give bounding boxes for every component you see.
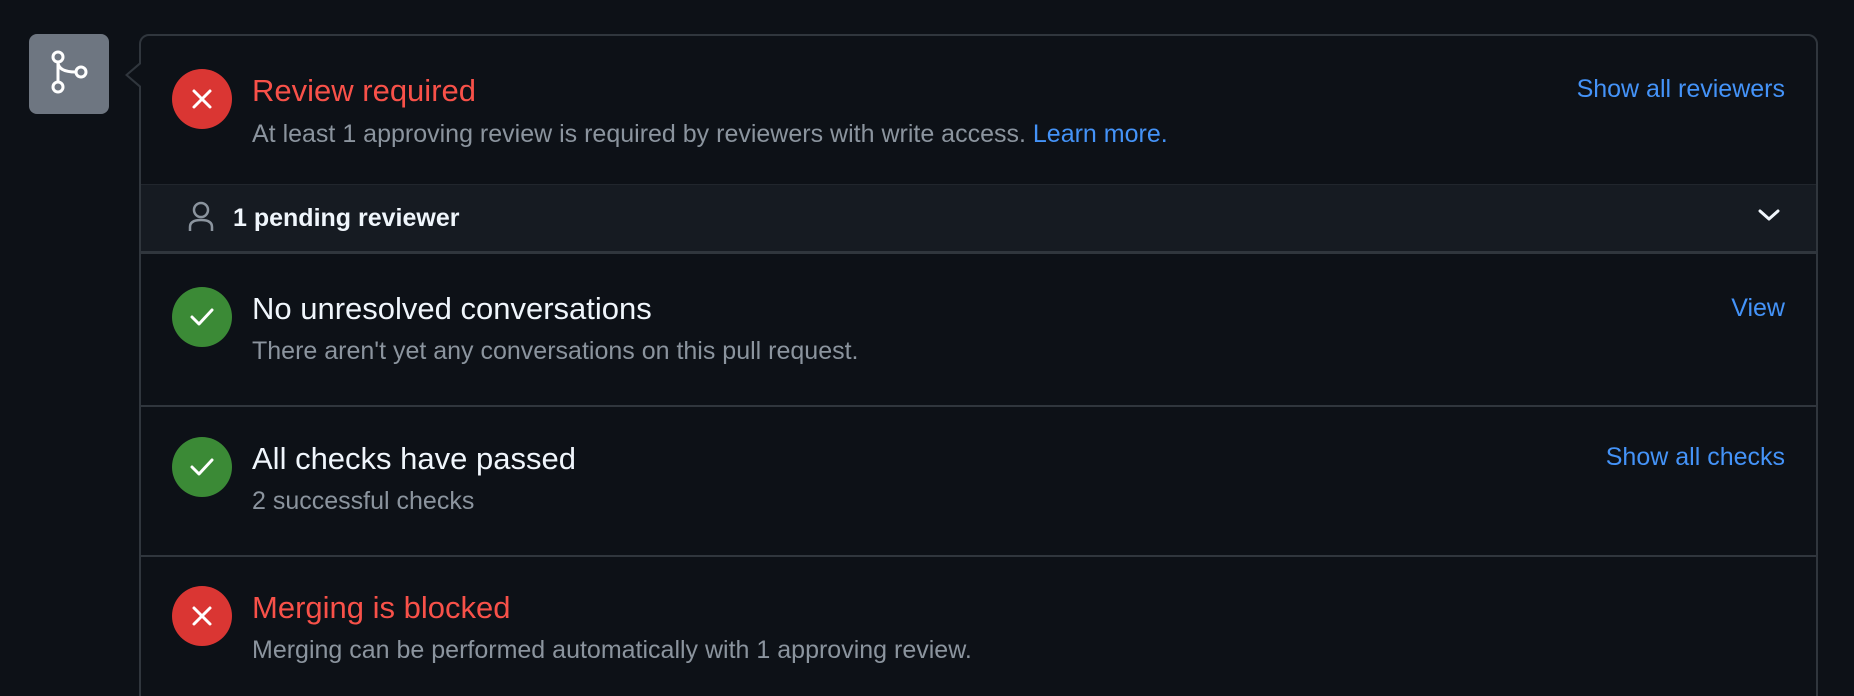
view-conversations-link[interactable]: View <box>1731 292 1785 324</box>
chevron-down-icon[interactable] <box>1757 207 1781 228</box>
show-all-checks-link[interactable]: Show all checks <box>1606 441 1785 473</box>
pending-reviewer-label: 1 pending reviewer <box>233 204 460 232</box>
branch-badge <box>29 34 109 114</box>
merge-box: Review required At least 1 approving rev… <box>139 34 1818 696</box>
panel-pointer-inner <box>128 64 141 86</box>
review-required-description: At least 1 approving review is required … <box>252 118 1168 150</box>
review-required-section: Review required At least 1 approving rev… <box>141 36 1816 184</box>
conversations-title: No unresolved conversations <box>252 291 652 326</box>
review-required-title: Review required <box>252 73 476 108</box>
merge-blocked-description: Merging can be performed automatically w… <box>252 636 972 664</box>
review-description-text: At least 1 approving review is required … <box>252 120 1026 148</box>
pending-reviewers-toggle[interactable]: 1 pending reviewer <box>141 184 1816 254</box>
conversations-section: No unresolved conversations There aren't… <box>141 254 1816 405</box>
conversations-description: There aren't yet any conversations on th… <box>252 337 859 365</box>
show-all-reviewers-link[interactable]: Show all reviewers <box>1577 73 1785 105</box>
x-icon <box>172 69 232 129</box>
merge-blocked-section: Merging is blocked Merging can be perfor… <box>141 557 1816 696</box>
merge-status-page: Review required At least 1 approving rev… <box>0 0 1854 696</box>
checks-description: 2 successful checks <box>252 487 475 515</box>
checks-section: All checks have passed 2 successful chec… <box>141 407 1816 555</box>
learn-more-link[interactable]: Learn more. <box>1033 120 1168 148</box>
git-branch-icon <box>46 49 92 100</box>
x-icon <box>172 586 232 646</box>
check-icon <box>172 437 232 497</box>
person-icon <box>187 201 215 238</box>
merge-blocked-title: Merging is blocked <box>252 590 511 625</box>
check-icon <box>172 287 232 347</box>
checks-title: All checks have passed <box>252 441 576 476</box>
